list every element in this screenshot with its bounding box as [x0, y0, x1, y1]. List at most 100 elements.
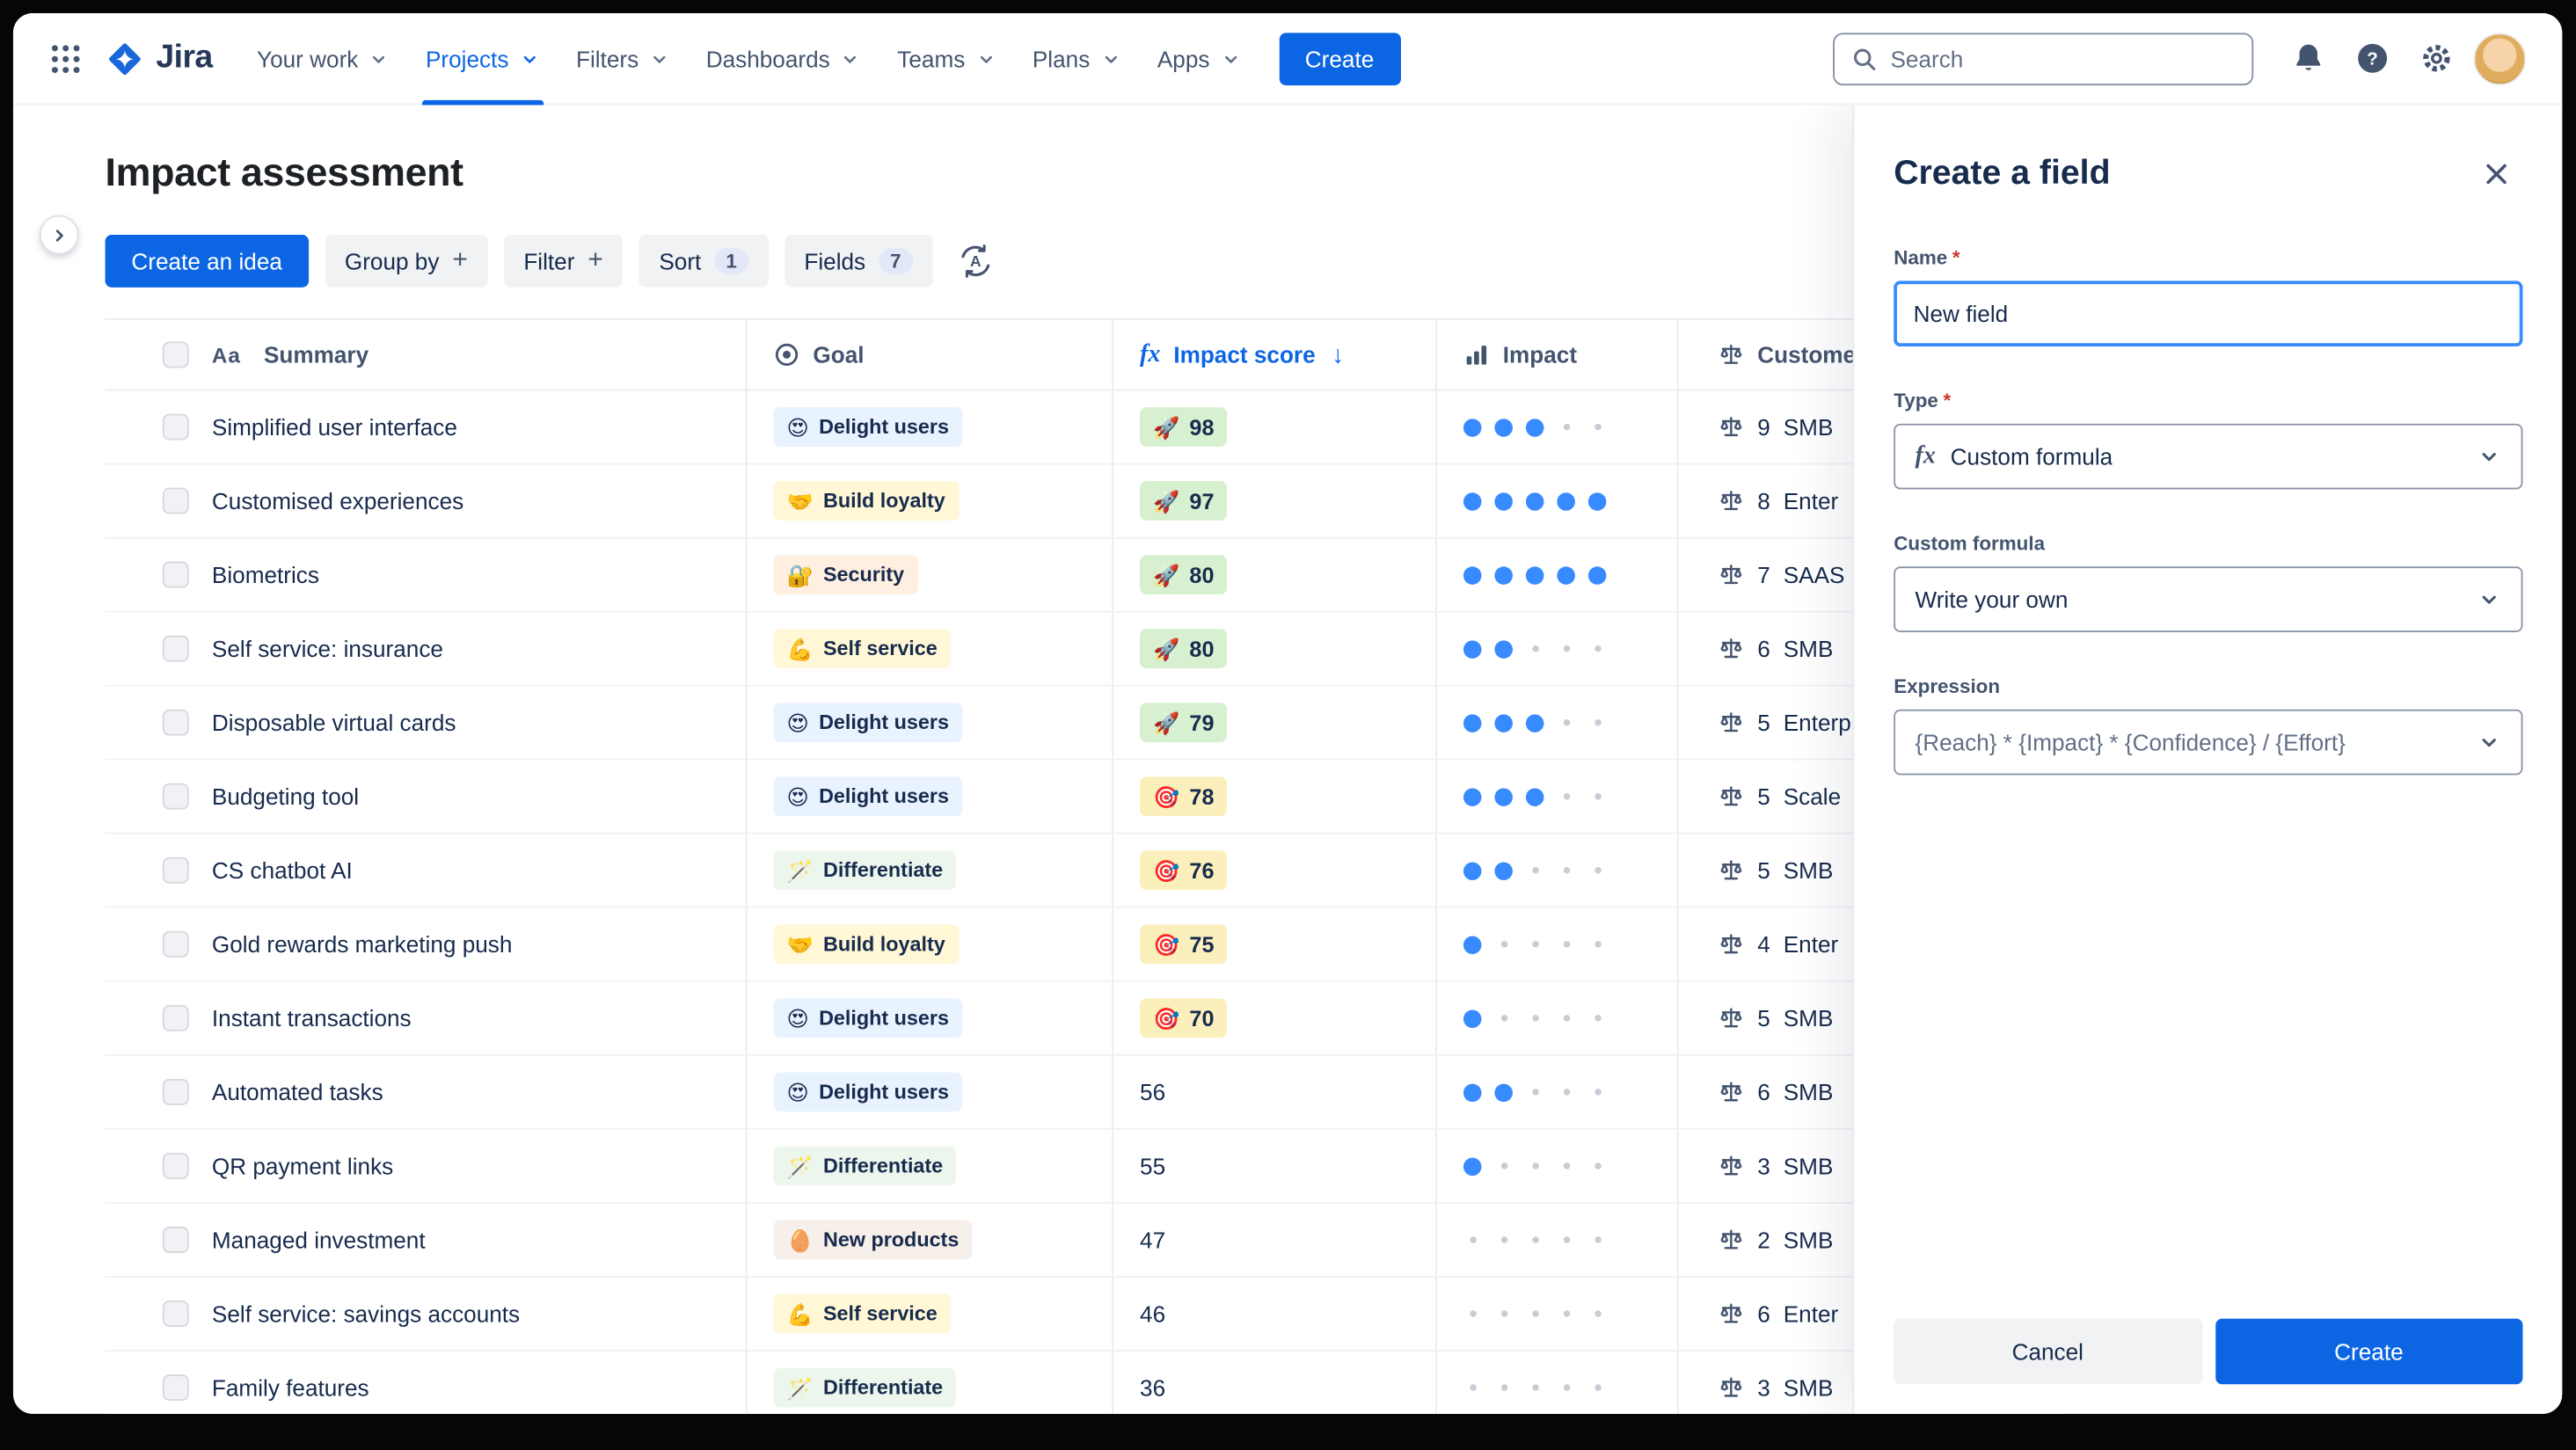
row-checkbox[interactable] [162, 856, 189, 884]
row-checkbox[interactable] [162, 487, 189, 514]
group-by-button[interactable]: Group by + [325, 235, 488, 288]
table-row[interactable]: Self service: savings accounts 💪 Self se… [105, 1277, 2067, 1352]
idea-summary[interactable]: Instant transactions [212, 1005, 412, 1031]
nav-apps[interactable]: Apps [1139, 13, 1259, 105]
goal-pill[interactable]: 🪄 Differentiate [773, 850, 957, 891]
impact-rating[interactable] [1437, 612, 1679, 685]
idea-summary[interactable]: Biometrics [212, 562, 319, 588]
impact-rating[interactable] [1437, 834, 1679, 907]
fields-button[interactable]: Fields 7 [784, 235, 933, 288]
row-checkbox[interactable] [162, 783, 189, 810]
goal-pill[interactable]: 🤝 Build loyalty [773, 924, 959, 965]
impact-rating[interactable] [1437, 538, 1679, 611]
idea-summary[interactable]: Customised experiences [212, 488, 463, 514]
nav-filters[interactable]: Filters [558, 13, 688, 105]
impact-rating[interactable] [1437, 686, 1679, 759]
idea-summary[interactable]: Disposable virtual cards [212, 710, 456, 736]
impact-rating[interactable] [1437, 1055, 1679, 1128]
column-header-impact[interactable]: Impact [1437, 320, 1679, 390]
search-input[interactable] [1890, 45, 2236, 72]
row-checkbox[interactable] [162, 413, 189, 441]
row-checkbox[interactable] [162, 1152, 189, 1179]
table-row[interactable]: Gold rewards marketing push 🤝 Build loya… [105, 907, 2067, 982]
row-checkbox[interactable] [162, 709, 189, 736]
nav-plans[interactable]: Plans [1014, 13, 1139, 105]
table-row[interactable]: Automated tasks 😍 Delight users 56 6 SMB [105, 1055, 2067, 1130]
goal-pill[interactable]: 😍 Delight users [773, 998, 962, 1038]
notifications-button[interactable] [2281, 32, 2334, 84]
app-switcher-button[interactable] [40, 32, 92, 84]
table-row[interactable]: Instant transactions 😍 Delight users 🎯 7… [105, 981, 2067, 1056]
expand-sidebar-button[interactable] [39, 215, 79, 255]
nav-your-work[interactable]: Your work [239, 13, 408, 105]
type-select[interactable]: fx Custom formula [1894, 423, 2523, 490]
impact-rating[interactable] [1437, 981, 1679, 1054]
table-row[interactable]: Budgeting tool 😍 Delight users 🎯 78 5 Sc… [105, 760, 2067, 834]
table-row[interactable]: Biometrics 🔐 Security 🚀 80 7 SAAS [105, 538, 2067, 613]
table-row[interactable]: Customised experiences 🤝 Build loyalty 🚀… [105, 464, 2067, 539]
user-avatar[interactable] [2473, 32, 2527, 85]
idea-summary[interactable]: Self service: insurance [212, 636, 443, 662]
row-checkbox[interactable] [162, 1301, 189, 1327]
row-checkbox[interactable] [162, 635, 189, 662]
filter-button[interactable]: Filter + [503, 235, 624, 288]
refresh-fields-button[interactable]: A [949, 235, 1002, 288]
table-row[interactable]: Family features 🪄 Differentiate 36 3 SMB [105, 1351, 2067, 1414]
create-idea-button[interactable]: Create an idea [105, 235, 309, 288]
goal-pill[interactable]: 🤝 Build loyalty [773, 481, 959, 521]
goal-pill[interactable]: 😍 Delight users [773, 1072, 962, 1112]
field-name-input[interactable] [1894, 281, 2523, 347]
impact-rating[interactable] [1437, 1351, 1679, 1414]
goal-pill[interactable]: 🪄 Differentiate [773, 1146, 957, 1186]
expression-select[interactable]: {Reach} * {Impact} * {Confidence} / {Eff… [1894, 709, 2523, 776]
cancel-button[interactable]: Cancel [1894, 1318, 2202, 1385]
table-row[interactable]: QR payment links 🪄 Differentiate 55 3 SM… [105, 1129, 2067, 1204]
row-checkbox[interactable] [162, 561, 189, 588]
nav-teams[interactable]: Teams [879, 13, 1015, 105]
column-header-summary[interactable]: Aa Summary [106, 320, 748, 390]
goal-pill[interactable]: 🪄 Differentiate [773, 1367, 957, 1408]
idea-summary[interactable]: Family features [212, 1374, 369, 1401]
global-create-button[interactable]: Create [1278, 32, 1401, 85]
search-box[interactable] [1833, 32, 2254, 85]
table-row[interactable]: CS chatbot AI 🪄 Differentiate 🎯 76 5 SMB [105, 834, 2067, 908]
impact-rating[interactable] [1437, 760, 1679, 833]
sort-button[interactable]: Sort 1 [639, 235, 769, 288]
goal-pill[interactable]: 💪 Self service [773, 629, 951, 669]
help-button[interactable]: ? [2346, 32, 2398, 84]
idea-summary[interactable]: Budgeting tool [212, 783, 359, 810]
column-header-impact-score[interactable]: fx Impact score ↓ [1113, 320, 1438, 390]
goal-pill[interactable]: 🥚 New products [773, 1220, 973, 1260]
goal-pill[interactable]: 😍 Delight users [773, 776, 962, 817]
idea-summary[interactable]: Automated tasks [212, 1079, 383, 1105]
impact-rating[interactable] [1437, 464, 1679, 537]
row-checkbox[interactable] [162, 1004, 189, 1031]
custom-formula-select[interactable]: Write your own [1894, 566, 2523, 632]
table-row[interactable]: Disposable virtual cards 😍 Delight users… [105, 686, 2067, 761]
goal-pill[interactable]: 😍 Delight users [773, 407, 962, 447]
close-panel-button[interactable] [2470, 148, 2523, 200]
row-checkbox[interactable] [162, 1078, 189, 1105]
nav-projects[interactable]: Projects [407, 13, 558, 105]
idea-summary[interactable]: QR payment links [212, 1153, 393, 1179]
idea-summary[interactable]: Self service: savings accounts [212, 1301, 520, 1327]
goal-pill[interactable]: 😍 Delight users [773, 703, 962, 743]
select-all-checkbox[interactable] [162, 341, 189, 368]
goal-pill[interactable]: 💪 Self service [773, 1293, 951, 1334]
impact-rating[interactable] [1437, 907, 1679, 980]
idea-summary[interactable]: Managed investment [212, 1227, 426, 1253]
table-row[interactable]: Self service: insurance 💪 Self service 🚀… [105, 612, 2067, 687]
create-field-button[interactable]: Create [2215, 1318, 2523, 1385]
impact-rating[interactable] [1437, 1277, 1679, 1351]
table-row[interactable]: Simplified user interface 😍 Delight user… [105, 390, 2067, 465]
idea-summary[interactable]: Gold rewards marketing push [212, 931, 513, 958]
row-checkbox[interactable] [162, 1227, 189, 1253]
impact-rating[interactable] [1437, 1129, 1679, 1203]
row-checkbox[interactable] [162, 1374, 189, 1401]
column-header-goal[interactable]: Goal [748, 320, 1114, 390]
jira-logo[interactable]: Jira [106, 39, 213, 78]
idea-summary[interactable]: Simplified user interface [212, 414, 457, 441]
goal-pill[interactable]: 🔐 Security [773, 555, 918, 595]
impact-rating[interactable] [1437, 390, 1679, 463]
row-checkbox[interactable] [162, 930, 189, 958]
